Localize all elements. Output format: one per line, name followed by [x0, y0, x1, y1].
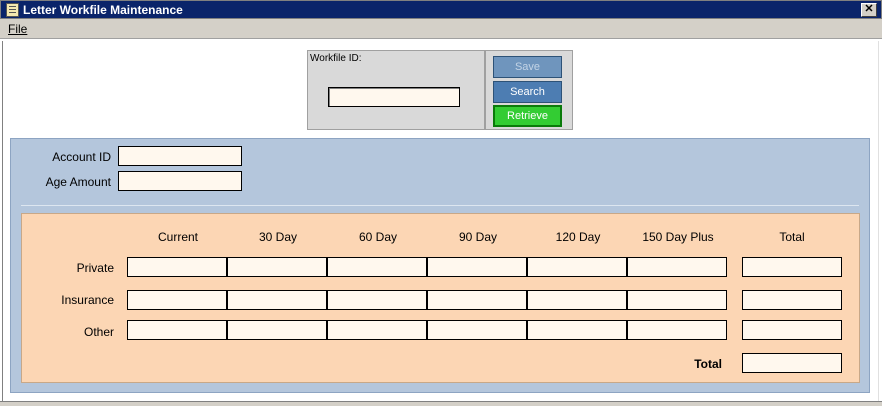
column-header-120-day: 120 Day	[555, 230, 601, 244]
cell-insurance-120-day[interactable]	[527, 290, 627, 310]
cell-private-current[interactable]	[127, 257, 227, 277]
cell-private-120-day[interactable]	[527, 257, 627, 277]
grand-total-label: Total	[694, 357, 722, 371]
age-amount-field[interactable]	[118, 171, 242, 191]
cell-private-total[interactable]	[742, 257, 842, 277]
window-title: Letter Workfile Maintenance	[23, 3, 183, 17]
cell-other-30-day[interactable]	[227, 320, 327, 340]
cell-other-90-day[interactable]	[427, 320, 527, 340]
row-label-private: Private	[76, 261, 114, 275]
cell-insurance-60-day[interactable]	[327, 290, 427, 310]
cell-private-90-day[interactable]	[427, 257, 527, 277]
aging-panel: Current 30 Day 60 Day 90 Day 120 Day 150…	[21, 213, 860, 383]
cell-insurance-90-day[interactable]	[427, 290, 527, 310]
retrieve-button[interactable]: Retrieve	[493, 105, 562, 127]
save-button[interactable]: Save	[493, 56, 562, 78]
cell-private-60-day[interactable]	[327, 257, 427, 277]
cell-other-current[interactable]	[127, 320, 227, 340]
column-header-150-day-plus: 150 Day Plus	[642, 230, 714, 244]
action-buttons: Save Search Retrieve	[485, 50, 573, 130]
close-button[interactable]: ✕	[861, 3, 877, 17]
cell-other-total[interactable]	[742, 320, 842, 340]
cell-private-150-day-plus[interactable]	[627, 257, 727, 277]
column-header-90-day: 90 Day	[458, 230, 498, 244]
cell-private-30-day[interactable]	[227, 257, 327, 277]
column-header-30-day: 30 Day	[258, 230, 298, 244]
cell-other-150-day-plus[interactable]	[627, 320, 727, 340]
workfile-id-input[interactable]	[328, 87, 460, 107]
close-icon: ✕	[864, 3, 874, 15]
cell-insurance-150-day-plus[interactable]	[627, 290, 727, 310]
document-icon	[6, 3, 19, 17]
menu-file[interactable]: File	[8, 22, 27, 36]
title-bar: Letter Workfile Maintenance ✕	[0, 0, 882, 19]
account-id-label: Account ID	[52, 150, 111, 164]
cell-other-120-day[interactable]	[527, 320, 627, 340]
age-amount-label: Age Amount	[45, 175, 111, 189]
row-label-other: Other	[83, 325, 114, 339]
column-header-total: Total	[779, 230, 805, 244]
cell-insurance-current[interactable]	[127, 290, 227, 310]
cell-other-60-day[interactable]	[327, 320, 427, 340]
section-divider	[21, 205, 859, 206]
column-header-60-day: 60 Day	[358, 230, 398, 244]
menu-bar: File	[0, 19, 882, 39]
column-header-current: Current	[157, 230, 198, 244]
workfile-id-label: Workfile ID:	[310, 53, 362, 64]
row-label-insurance: Insurance	[61, 293, 114, 307]
window-bottom-edge	[0, 401, 882, 406]
cell-insurance-total[interactable]	[742, 290, 842, 310]
account-id-field[interactable]	[118, 146, 242, 166]
cell-insurance-30-day[interactable]	[227, 290, 327, 310]
workfile-box: Workfile ID:	[307, 50, 485, 130]
grand-total-field[interactable]	[742, 353, 842, 373]
search-button[interactable]: Search	[493, 81, 562, 103]
